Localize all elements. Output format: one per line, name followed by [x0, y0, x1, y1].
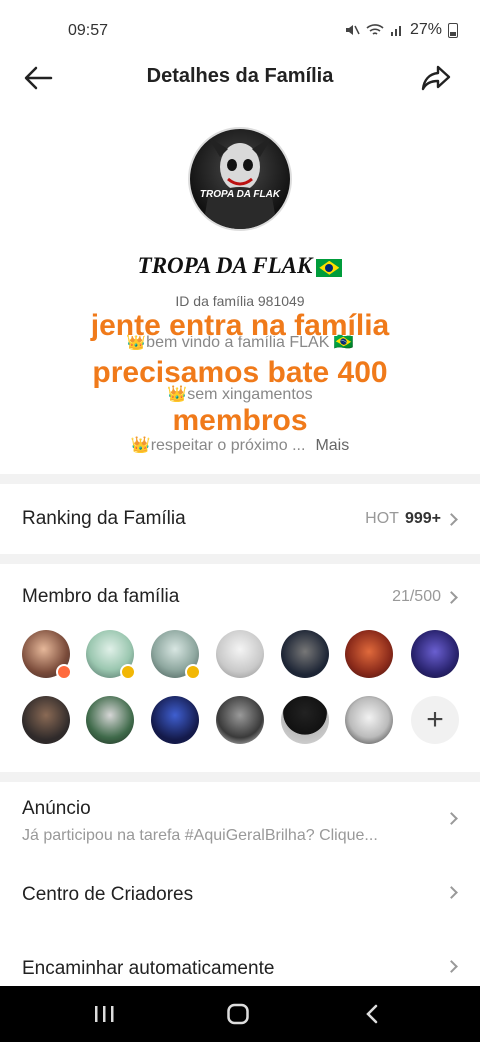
chevron-left-icon [366, 1004, 378, 1024]
battery-icon [448, 22, 458, 38]
description-line: 👑respeitar o próximo ... Mais [0, 435, 480, 455]
hot-value: 999+ [404, 510, 441, 527]
battery-percent: 27% [409, 21, 442, 38]
member-avatar[interactable] [22, 630, 72, 680]
overlay-caption-line: membros [172, 404, 308, 437]
overlay-caption-line: jente entra na família [90, 309, 390, 342]
chevron-right-icon [445, 812, 458, 825]
auto-forward-label: Encaminhar automaticamente [22, 958, 275, 979]
announcement-label: Anúncio [22, 798, 91, 819]
family-name: TROPA DA FLAK [0, 253, 480, 279]
family-avatar[interactable]: TROPA DA FLAK [188, 127, 292, 231]
creator-center-chevron [445, 886, 458, 899]
auto-forward-row[interactable]: Encaminhar automaticamente [0, 940, 480, 986]
creator-center-row[interactable]: Centro de Criadores [0, 864, 480, 926]
ranking-row[interactable]: Ranking da Família HOT 999+ [0, 484, 480, 554]
announcement-text: Já participou na tarefa #AquiGeralBrilha… [22, 827, 378, 844]
chevron-right-icon [445, 886, 458, 899]
plus-icon: + [426, 703, 444, 736]
family-id: ID da família 981049 [175, 293, 305, 309]
add-member-button[interactable]: + [411, 696, 459, 744]
status-bar: 09:57 27% [0, 0, 480, 56]
chevron-right-icon [445, 960, 458, 973]
home-icon [227, 1003, 249, 1025]
section-divider [0, 474, 480, 484]
role-badge-icon [120, 664, 136, 680]
announcement-row[interactable]: Anúncio Já participou na tarefa #AquiGer… [0, 782, 480, 858]
home-button[interactable] [218, 1000, 258, 1028]
member-avatar[interactable] [345, 630, 393, 678]
share-button[interactable] [416, 60, 456, 96]
recent-apps-button[interactable] [84, 1000, 124, 1028]
system-back-button[interactable] [352, 1000, 392, 1028]
status-time: 09:57 [68, 22, 109, 39]
member-avatar[interactable] [281, 696, 329, 744]
status-icons: 27% [344, 21, 458, 39]
member-avatar[interactable] [151, 630, 201, 680]
joker-logo-icon [202, 137, 278, 229]
member-avatar[interactable] [281, 630, 329, 678]
brazil-flag-icon [316, 258, 343, 277]
mute-icon [345, 25, 360, 35]
signal-icon [390, 26, 401, 36]
member-avatar[interactable] [151, 696, 199, 744]
system-nav-bar [0, 986, 480, 1042]
ranking-hot: HOT 999+ [365, 510, 458, 528]
share-icon [421, 65, 451, 91]
hot-prefix: HOT [365, 510, 399, 527]
section-divider [0, 772, 480, 782]
members-count-wrap: 21/500 [392, 588, 458, 606]
member-avatar[interactable] [22, 696, 70, 744]
top-bar: Detalhes da Família [0, 56, 480, 100]
member-avatar[interactable] [86, 630, 136, 680]
overlay-caption-line: precisamos bate 400 [92, 356, 388, 389]
role-badge-icon [56, 664, 72, 680]
description-text: 👑respeitar o próximo ... [130, 437, 306, 454]
members-label: Membro da família [22, 586, 180, 607]
member-avatar[interactable] [86, 696, 134, 744]
page-title: Detalhes da Família [146, 65, 334, 87]
chevron-right-icon [445, 512, 458, 526]
wifi-icon [366, 24, 384, 35]
auto-forward-chevron [445, 960, 458, 973]
member-avatar[interactable] [216, 696, 264, 744]
recent-apps-icon [95, 1006, 114, 1022]
members-row[interactable]: Membro da família 21/500 [0, 564, 480, 624]
member-avatar[interactable] [345, 696, 393, 744]
chevron-right-icon [445, 590, 458, 604]
announcement-chevron [445, 812, 458, 825]
role-badge-icon [185, 664, 201, 680]
ranking-label: Ranking da Família [22, 508, 186, 529]
member-avatar[interactable] [216, 630, 264, 678]
family-name-text: TROPA DA FLAK [137, 253, 313, 278]
more-link[interactable]: Mais [315, 437, 349, 454]
members-count: 21/500 [392, 588, 441, 605]
avatar-text: TROPA DA FLAK [199, 189, 281, 200]
member-avatar[interactable] [411, 630, 459, 678]
creator-center-label: Centro de Criadores [22, 884, 194, 905]
section-divider [0, 554, 480, 564]
